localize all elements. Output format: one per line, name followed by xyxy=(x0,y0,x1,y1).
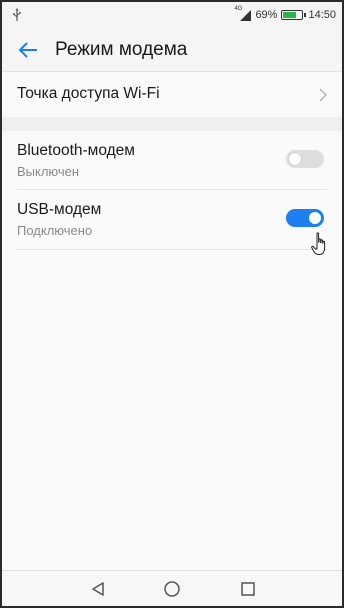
app-header: Режим модема xyxy=(2,28,342,72)
page-title: Режим модема xyxy=(55,39,188,60)
nav-home-button[interactable] xyxy=(162,579,182,599)
network-type: 4G xyxy=(234,6,243,12)
bluetooth-tethering-label: Bluetooth-модем xyxy=(17,142,135,159)
toggle-knob xyxy=(309,212,321,224)
back-triangle-icon xyxy=(92,582,104,596)
phone-screen: 4G 69% 14:50 Режим модема Точка доступа … xyxy=(0,0,344,608)
battery-icon xyxy=(281,10,307,20)
usb-icon xyxy=(13,8,21,21)
usb-tethering-label: USB-модем xyxy=(17,201,102,218)
usb-tethering-status: Подключено xyxy=(17,223,93,238)
system-nav-bar xyxy=(2,570,342,606)
section-separator xyxy=(2,117,342,131)
bluetooth-tethering-status: Выключен xyxy=(17,164,80,179)
nav-back-button[interactable] xyxy=(88,579,108,599)
wifi-hotspot-item[interactable]: Точка доступа Wi-Fi xyxy=(2,73,342,117)
clock: 14:50 xyxy=(308,9,336,21)
back-button[interactable] xyxy=(10,34,46,66)
toggle-knob xyxy=(289,153,301,165)
usb-tethering-toggle[interactable] xyxy=(286,209,324,227)
nav-recents-button[interactable] xyxy=(238,579,258,599)
wifi-hotspot-label: Точка доступа Wi-Fi xyxy=(17,85,160,102)
signal-icon: 4G xyxy=(234,6,252,22)
bluetooth-tethering-item[interactable]: Bluetooth-модем Выключен xyxy=(2,131,342,189)
recents-square-icon xyxy=(241,582,255,596)
arrow-left-icon xyxy=(18,42,37,58)
divider xyxy=(17,249,327,250)
status-right: 4G 69% 14:50 xyxy=(234,6,336,24)
home-circle-icon xyxy=(164,581,180,597)
status-bar: 4G 69% 14:50 xyxy=(2,2,342,28)
battery-fill xyxy=(283,12,296,18)
chevron-right-icon xyxy=(319,88,328,102)
bluetooth-tethering-toggle[interactable] xyxy=(286,150,324,168)
battery-percent: 69% xyxy=(255,9,278,21)
usb-tethering-item[interactable]: USB-модем Подключено xyxy=(2,190,342,249)
hand-cursor-icon xyxy=(311,232,326,255)
